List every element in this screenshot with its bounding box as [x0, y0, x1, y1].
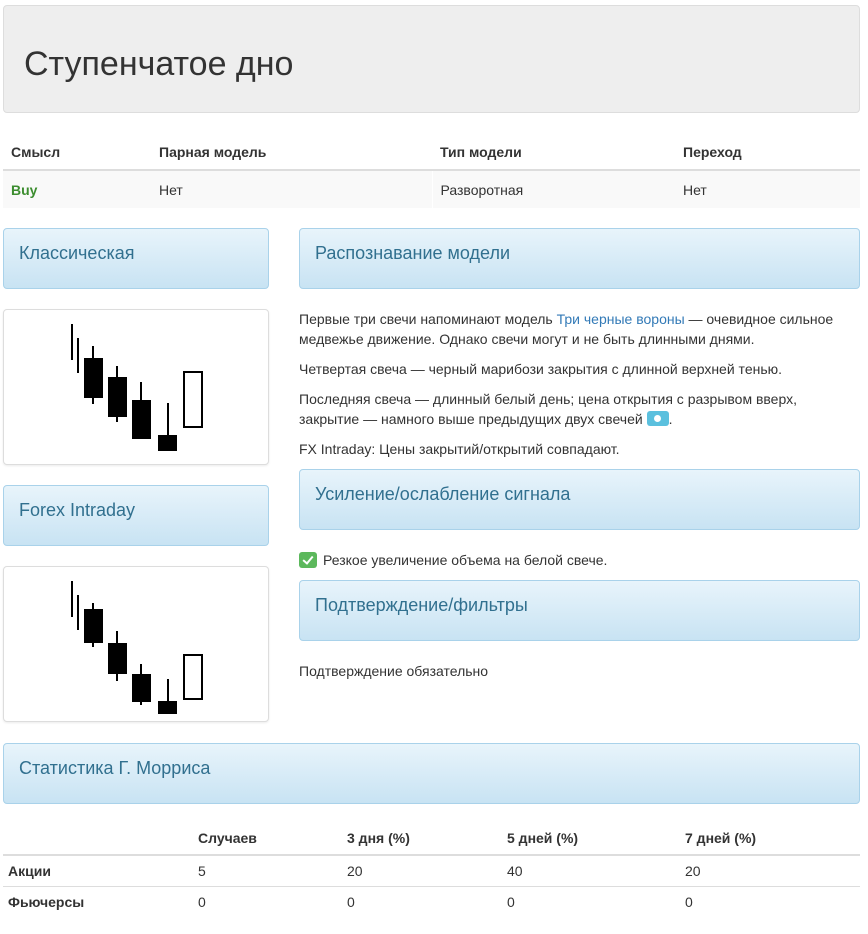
- forex-panel-title: Forex Intraday: [19, 500, 136, 520]
- fx-candle-5-body: [132, 674, 151, 702]
- forex-candles: [71, 581, 203, 714]
- info-paired-value: Нет: [151, 170, 432, 208]
- candle-3-body: [84, 358, 103, 398]
- confirmation-panel-heading: Подтверждение/фильтры: [299, 580, 860, 641]
- stats-cell: 0: [198, 893, 206, 910]
- classic-panel-heading: Классическая: [3, 228, 269, 289]
- stats-cell: 20: [680, 855, 860, 887]
- info-header-type: Тип модели: [432, 134, 675, 171]
- signal-panel-heading: Усиление/ослабление сигнала: [299, 469, 860, 530]
- stats-panel-title: Статистика Г. Морриса: [19, 758, 211, 778]
- stats-header-7days: 7 дней (%): [680, 822, 860, 856]
- stats-cell: 0: [347, 893, 355, 910]
- stats-cell: 5: [193, 855, 342, 887]
- three-black-crows-link[interactable]: Три черные вороны: [557, 311, 685, 327]
- stats-cell: 0: [685, 893, 693, 910]
- info-table-header: Смысл Парная модель Тип модели Переход: [3, 134, 860, 171]
- recognition-p3-text: Последняя свеча — длинный белый день; це…: [299, 391, 797, 427]
- recognition-p3-period: .: [668, 411, 673, 427]
- page-header: Ступенчатое дно: [3, 5, 860, 113]
- stats-header-3days: 3 дня (%): [342, 822, 502, 856]
- stats-header-empty: [3, 822, 193, 856]
- candle-6-body: [158, 435, 177, 451]
- confirmation-panel-title: Подтверждение/фильтры: [315, 595, 528, 615]
- classic-candles: [71, 324, 203, 451]
- recognition-paragraph-3: Последняя свеча — длинный белый день; це…: [299, 389, 844, 429]
- signal-panel-title: Усиление/ослабление сигнала: [315, 484, 571, 504]
- stats-row-label: Фьючерсы: [8, 893, 85, 910]
- stats-cell: 40: [502, 855, 680, 887]
- recognition-p1-start: Первые три свечи напоминают модель: [299, 311, 557, 327]
- info-header-paired: Парная модель: [151, 134, 432, 171]
- info-table-row: Buy Нет Разворотная Нет: [3, 170, 860, 208]
- recognition-panel-heading: Распознавание модели: [299, 228, 860, 289]
- classic-panel-title: Классическая: [19, 243, 135, 263]
- fx-candle-3-body: [84, 609, 103, 643]
- info-header-transition: Переход: [675, 134, 860, 171]
- classic-candles-svg: [71, 324, 203, 451]
- fx-candle-6-body: [158, 701, 177, 714]
- info-header-meaning: Смысл: [3, 134, 151, 171]
- recognition-paragraph-4: FX Intraday: Цены закрытий/открытий совп…: [299, 441, 620, 457]
- stats-panel-heading: Статистика Г. Морриса: [3, 743, 860, 804]
- confirmation-text: Подтверждение обязательно: [299, 663, 489, 679]
- page-title: Ступенчатое дно: [24, 45, 294, 83]
- check-icon: [299, 552, 317, 568]
- candle-7-white-body: [183, 371, 203, 428]
- table-row: Фьючерсы 0 0 0 0: [3, 886, 860, 917]
- info-transition-value: Нет: [675, 170, 860, 208]
- forex-candles-svg: [71, 581, 203, 714]
- recognition-paragraph-2: Четвертая свеча — черный марибози закрыт…: [299, 361, 783, 377]
- table-row: Акции 5 20 40 20: [3, 855, 860, 887]
- recognition-paragraph-1: Первые три свечи напоминают модель Три ч…: [299, 309, 844, 349]
- info-table: Смысл Парная модель Тип модели Переход B…: [3, 134, 860, 208]
- stats-table: Случаев 3 дня (%) 5 дней (%) 7 дней (%) …: [3, 822, 860, 917]
- forex-pattern-image: [3, 566, 269, 722]
- recognition-panel-title: Распознавание модели: [315, 243, 511, 263]
- candle-5-body: [132, 400, 151, 439]
- stats-header-cases: Случаев: [193, 822, 342, 856]
- stats-header-5days: 5 дней (%): [502, 822, 680, 856]
- stats-cell: 20: [342, 855, 502, 887]
- info-meaning-value: Buy: [3, 170, 151, 208]
- classic-pattern-image: [3, 309, 269, 465]
- signal-item-text: Резкое увеличение объема на белой свече.: [323, 552, 608, 568]
- stats-table-header: Случаев 3 дня (%) 5 дней (%) 7 дней (%): [3, 822, 860, 856]
- candle-4-body: [108, 377, 127, 417]
- fx-candle-7-white-body: [183, 654, 203, 700]
- info-icon[interactable]: [646, 411, 669, 426]
- forex-panel-heading: Forex Intraday: [3, 485, 269, 546]
- stats-row-label: Акции: [3, 855, 193, 887]
- fx-candle-4-body: [108, 643, 127, 674]
- signal-item: Резкое увеличение объема на белой свече.: [299, 550, 844, 570]
- stats-cell: 0: [507, 893, 515, 910]
- info-type-value: Разворотная: [431, 170, 675, 208]
